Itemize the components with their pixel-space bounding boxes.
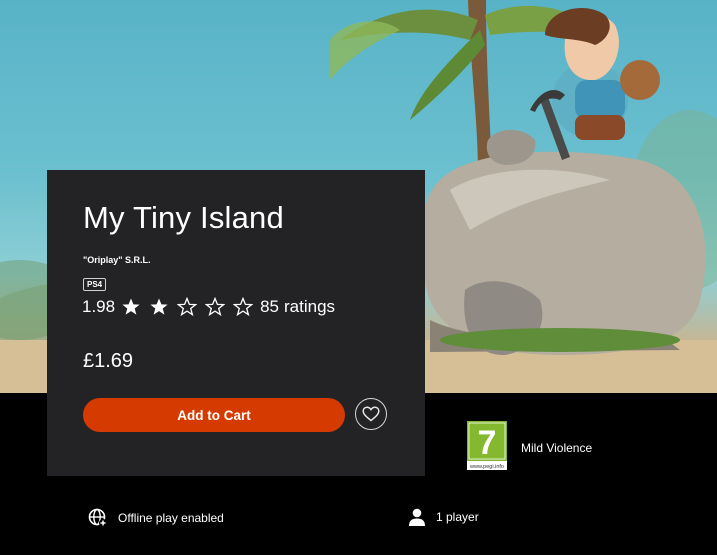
feature-label: 1 player bbox=[436, 510, 479, 524]
pegi-age-value: 7 bbox=[478, 424, 497, 462]
person-icon bbox=[409, 508, 425, 526]
rating-value: 1.98 bbox=[82, 297, 116, 316]
product-info-card: My Tiny Island "Oriplay" S.R.L. PS4 1.98… bbox=[47, 170, 425, 476]
platform-badge: PS4 bbox=[83, 278, 107, 291]
globe-icon bbox=[88, 508, 107, 527]
feature-offline-play: Offline play enabled bbox=[88, 508, 224, 528]
ratings-count-number: 85 bbox=[260, 297, 280, 316]
pegi-rating-icon: 7 www.pegi.info bbox=[467, 421, 507, 470]
star-filled-icon bbox=[122, 298, 140, 315]
feature-player-count: 1 player bbox=[408, 508, 479, 526]
game-title: My Tiny Island bbox=[83, 200, 284, 235]
price: £1.69 bbox=[83, 350, 134, 372]
age-rating-descriptor: Mild Violence bbox=[521, 441, 593, 455]
star-filled-icon bbox=[150, 298, 168, 315]
feature-label: Offline play enabled bbox=[118, 511, 224, 525]
ratings-count-suffix: ratings bbox=[284, 297, 336, 316]
rating-row: 1.98 85 ratings bbox=[82, 296, 335, 318]
add-to-cart-button[interactable]: Add to Cart bbox=[83, 398, 345, 432]
star-empty-icon bbox=[233, 297, 254, 317]
star-empty-icon bbox=[177, 297, 198, 317]
ratings-count: 85 ratings bbox=[260, 297, 335, 317]
star-empty-icon bbox=[205, 297, 226, 317]
heart-icon bbox=[362, 406, 380, 422]
pegi-url: www.pegi.info bbox=[469, 464, 504, 470]
publisher-name: "Oriplay" S.R.L. bbox=[83, 255, 151, 265]
star-rating bbox=[121, 297, 261, 317]
wishlist-button[interactable] bbox=[355, 398, 387, 430]
